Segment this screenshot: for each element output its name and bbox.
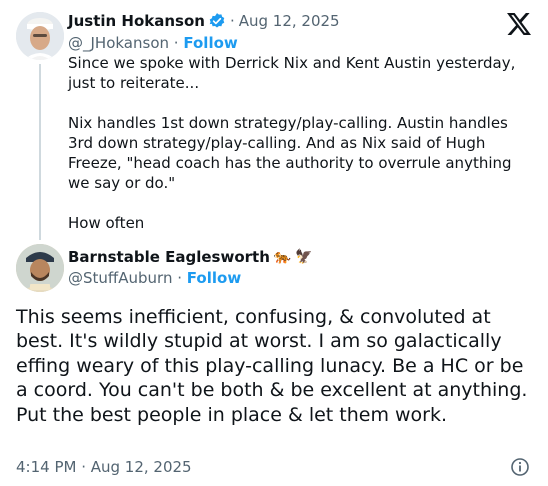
author-display-name[interactable]: Barnstable Eaglesworth xyxy=(68,247,270,267)
info-icon[interactable] xyxy=(510,457,530,477)
tweet-timestamp[interactable]: 4:14 PM · Aug 12, 2025 xyxy=(16,457,192,477)
reply-tweet-header: Barnstable Eaglesworth 🐅 🦅 xyxy=(68,247,313,267)
handle-separator: · xyxy=(177,269,183,287)
eagle-emoji: 🦅 xyxy=(295,249,313,265)
thread-connector-line xyxy=(39,64,41,240)
parent-tweet-header: Justin Hokanson · Aug 12, 2025 xyxy=(68,11,340,31)
parent-tweet-text: Since we spoke with Derrick Nix and Kent… xyxy=(68,54,516,232)
x-logo-icon[interactable] xyxy=(507,13,531,35)
reply-handle-row: @StuffAuburn · Follow xyxy=(68,268,241,288)
embedded-tweet-card: Justin Hokanson · Aug 12, 2025 @_JHokans… xyxy=(0,0,548,486)
author-handle[interactable]: @_JHokanson xyxy=(68,34,169,52)
handle-separator: · xyxy=(173,34,179,52)
follow-button[interactable]: Follow xyxy=(187,269,241,287)
follow-button[interactable]: Follow xyxy=(183,34,237,52)
parent-handle-row: @_JHokanson · Follow xyxy=(68,33,238,53)
header-separator: · xyxy=(229,12,235,30)
avatar[interactable] xyxy=(16,244,64,292)
tweet-date[interactable]: Aug 12, 2025 xyxy=(239,11,340,31)
tiger-emoji: 🐅 xyxy=(273,249,292,265)
avatar-photo xyxy=(16,244,64,292)
verified-badge-icon xyxy=(208,12,226,30)
avatar[interactable] xyxy=(16,12,64,60)
author-display-name[interactable]: Justin Hokanson xyxy=(68,11,205,31)
author-handle[interactable]: @StuffAuburn xyxy=(68,269,172,287)
avatar-photo xyxy=(16,12,64,60)
reply-tweet-text: This seems inefficient, confusing, & con… xyxy=(16,306,534,426)
